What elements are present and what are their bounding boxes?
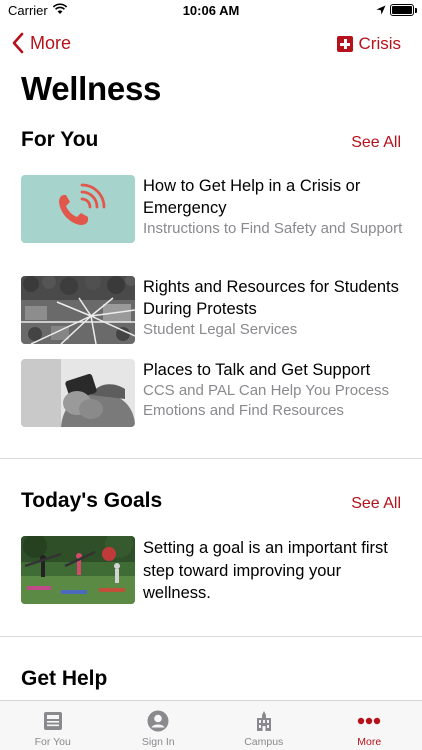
location-arrow-icon [376, 5, 386, 15]
tab-label: More [357, 736, 382, 748]
navigation-bar: More Crisis [0, 26, 422, 62]
section-divider [0, 458, 422, 459]
phone-icon [21, 175, 135, 243]
campus-aerial-photo [21, 276, 135, 344]
newspaper-icon [41, 710, 65, 732]
building-icon [252, 710, 276, 732]
back-button[interactable]: More [12, 32, 71, 54]
back-label: More [30, 32, 72, 53]
tab-label: Campus [244, 736, 284, 748]
tab-bar: For You Sign In Campus More [0, 700, 422, 750]
crisis-label: Crisis [358, 34, 402, 53]
medical-cross-icon [336, 36, 353, 52]
todays-goals-heading: Today's Goals [21, 489, 163, 512]
for-you-see-all-link[interactable]: See All [351, 134, 401, 152]
status-time: 10:06 AM [182, 3, 240, 18]
tab-more[interactable]: More [317, 701, 422, 750]
for-you-item-crisis[interactable]: How to Get Help in a Crisis or Emergency… [21, 175, 411, 243]
item-subtitle: Student Legal Services [143, 321, 298, 338]
chevron-left-icon [12, 32, 24, 54]
for-you-item-protests[interactable]: Rights and Resources for Students During… [21, 276, 411, 344]
item-subtitle: CCS and PAL Can Help You Process Emotion… [143, 382, 389, 419]
status-bar: Carrier 10:06 AM [0, 0, 422, 22]
goal-description: Setting a goal is an important first ste… [143, 539, 388, 602]
battery-icon [390, 4, 417, 16]
for-you-item-support[interactable]: Places to Talk and Get Support CCS and P… [21, 359, 411, 427]
outdoor-yoga-photo [21, 536, 135, 604]
item-title: Rights and Resources for Students During… [143, 278, 399, 318]
person-icon [146, 710, 170, 732]
crisis-button[interactable]: Crisis [336, 34, 402, 54]
item-title: Places to Talk and Get Support [143, 361, 371, 379]
page-title: Wellness [21, 70, 162, 107]
item-subtitle: Instructions to Find Safety and Support [143, 220, 403, 237]
tab-for-you[interactable]: For You [0, 701, 106, 750]
item-title: How to Get Help in a Crisis or Emergency [143, 177, 361, 217]
todays-goals-see-all-link[interactable]: See All [351, 495, 401, 513]
tab-label: For You [34, 736, 71, 748]
tab-label: Sign In [141, 736, 175, 748]
crisis-thumbnail [21, 175, 135, 243]
tab-campus[interactable]: Campus [211, 701, 317, 750]
person-holding-phone-photo [21, 359, 135, 427]
section-divider [0, 636, 422, 637]
for-you-heading: For You [21, 128, 99, 151]
more-dots-icon [357, 710, 381, 732]
get-help-heading: Get Help [21, 667, 108, 690]
tab-sign-in[interactable]: Sign In [106, 701, 212, 750]
